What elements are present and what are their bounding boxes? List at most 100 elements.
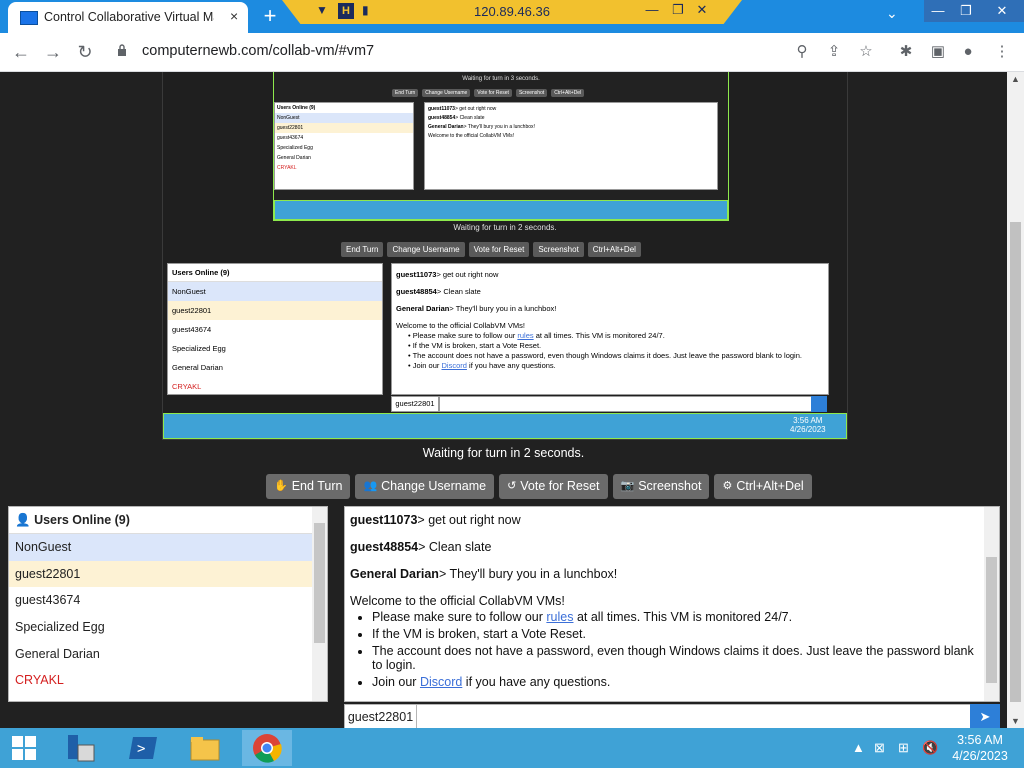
close-remote-icon[interactable]: ✕ bbox=[692, 2, 712, 18]
user-list-item[interactable]: guest22801 bbox=[9, 560, 327, 588]
tiny-user: guest43674 bbox=[277, 135, 304, 141]
change-username-label: Change Username bbox=[381, 479, 487, 493]
bookmark-star-icon[interactable]: ☆ bbox=[856, 42, 876, 62]
chat-scrollbar[interactable] bbox=[984, 507, 999, 701]
mid-chat-line: guest11073> get out right now bbox=[396, 270, 499, 279]
user-list-item[interactable]: General Darian bbox=[9, 640, 327, 668]
system-clock[interactable]: 3:56 AM 4/26/2023 bbox=[944, 732, 1016, 764]
rules-link[interactable]: rules bbox=[546, 610, 573, 624]
forward-arrow-icon[interactable]: → bbox=[42, 41, 64, 63]
show-hidden-icons[interactable]: ▲ bbox=[852, 740, 865, 755]
welcome-item: Join our Discord if you have any questio… bbox=[372, 675, 980, 689]
screenshot-button[interactable]: 📷 Screenshot bbox=[612, 474, 710, 499]
send-button[interactable]: ➤ bbox=[970, 704, 1000, 728]
share-icon[interactable]: ⇪ bbox=[824, 42, 844, 62]
ctrl-alt-del-button[interactable]: ⚙ Ctrl+Alt+Del bbox=[714, 474, 812, 499]
end-turn-button[interactable]: ✋ End Turn bbox=[266, 474, 351, 499]
tiny-user: guest22801 bbox=[275, 123, 413, 133]
tiny-screenshot: Screenshot bbox=[515, 89, 548, 97]
tiny-taskbar bbox=[274, 200, 728, 220]
address-bar: ← → ↻ computernewb.com/collab-vm/#vm7 ⚲ … bbox=[0, 33, 1024, 72]
close-window-button[interactable]: ✕ bbox=[980, 0, 1024, 22]
mid-chat-input bbox=[439, 396, 813, 412]
browser-tab[interactable]: Control Collaborative Virtual Mac × bbox=[8, 2, 248, 33]
start-button[interactable] bbox=[3, 730, 45, 766]
vote-reset-label: Vote for Reset bbox=[520, 479, 600, 493]
zoom-search-icon[interactable]: ⚲ bbox=[792, 42, 812, 62]
user-list-item[interactable]: CRYAKL bbox=[9, 667, 327, 695]
server-manager-app[interactable] bbox=[59, 730, 101, 766]
tab-close-icon[interactable]: × bbox=[230, 8, 238, 24]
back-arrow-icon[interactable]: ← bbox=[10, 41, 32, 63]
user-list-item[interactable]: NonGuest bbox=[9, 534, 327, 561]
chat-messages: guest11073> get out right now guest48854… bbox=[350, 513, 980, 692]
network-icon[interactable]: ⊞ bbox=[898, 740, 909, 756]
tiny-controls: End Turn Change Username Vote for Reset … bbox=[392, 89, 585, 97]
mid-taskbar: 3:56 AM 4/26/2023 bbox=[163, 413, 847, 439]
chrome-icon bbox=[253, 734, 282, 763]
server-manager-icon bbox=[68, 735, 95, 762]
chrome-app[interactable] bbox=[242, 730, 292, 766]
side-panel-icon[interactable]: ▣ bbox=[928, 42, 948, 62]
restore-window-button[interactable]: ❐ bbox=[952, 0, 980, 22]
volume-muted-icon[interactable]: 🔇 bbox=[922, 740, 938, 756]
camera-icon: 📷 bbox=[620, 480, 635, 492]
mid-chat-line: General Darian> They'll bury you in a lu… bbox=[396, 304, 557, 313]
mid-user: guest22801 bbox=[168, 301, 382, 320]
end-turn-label: End Turn bbox=[291, 479, 343, 493]
user-list-item[interactable]: guest43674 bbox=[9, 587, 327, 615]
turn-status: Waiting for turn in 2 seconds. bbox=[422, 446, 585, 460]
chat-input[interactable] bbox=[416, 704, 972, 728]
send-icon: ➤ bbox=[979, 709, 991, 724]
mid-cad: Ctrl+Alt+Del bbox=[587, 242, 641, 257]
mid-user: General Darian bbox=[172, 363, 223, 372]
browser-menu-icon[interactable]: ⋮ bbox=[992, 42, 1012, 62]
welcome-item: If the VM is broken, start a Vote Reset. bbox=[372, 627, 980, 641]
undo-icon: ↺ bbox=[507, 480, 517, 492]
reload-icon[interactable]: ↻ bbox=[74, 41, 96, 63]
minimize-remote-icon[interactable]: — bbox=[642, 2, 662, 17]
tiny-cad: Ctrl+Alt+Del bbox=[551, 89, 585, 97]
users-scrollbar[interactable] bbox=[312, 507, 327, 701]
restore-remote-icon[interactable]: ❐ bbox=[668, 2, 688, 18]
pin-icon[interactable]: ▼ bbox=[316, 3, 328, 17]
mid-chat-line: • Please make sure to follow our rules a… bbox=[408, 331, 665, 340]
signal-strength-icon: ▮ bbox=[362, 3, 369, 17]
tiny-users-header: Users Online (9) bbox=[277, 105, 316, 111]
mid-screenshot: Screenshot bbox=[533, 242, 584, 257]
vm-screen[interactable]: Waiting for turn in 3 seconds. End Turn … bbox=[162, 72, 848, 440]
mid-chat-username: guest22801 bbox=[391, 396, 439, 412]
tiny-user: CRYAKL bbox=[277, 165, 297, 171]
tiny-chat-line: guest11073> get out right now bbox=[428, 106, 497, 112]
tiny-chat-line: General Darian> They'll bury you in a lu… bbox=[428, 124, 535, 130]
new-tab-button[interactable]: + bbox=[258, 4, 282, 28]
windows-taskbar: > ▲ ⊠ ⊞ 🔇 3:56 AM 4/26/2023 bbox=[0, 728, 1024, 768]
gear-icon: ⚙ bbox=[722, 480, 733, 492]
scroll-down-icon[interactable]: ▼ bbox=[1011, 716, 1020, 726]
extensions-puzzle-icon[interactable]: ✱ bbox=[896, 42, 916, 62]
mid-send-icon bbox=[811, 396, 827, 412]
page-scroll-thumb[interactable] bbox=[1010, 222, 1021, 702]
ctrl-alt-del-label: Ctrl+Alt+Del bbox=[736, 479, 804, 493]
tab-search-chevron-icon[interactable]: ⌄ bbox=[886, 5, 898, 22]
minimize-window-button[interactable]: — bbox=[924, 0, 952, 22]
url-field[interactable]: computernewb.com/collab-vm/#vm7 bbox=[142, 43, 374, 59]
page-scrollbar[interactable]: ▲ ▼ bbox=[1007, 72, 1024, 728]
change-username-button[interactable]: 👥 Change Username bbox=[355, 474, 495, 499]
page-viewport: Waiting for turn in 3 seconds. End Turn … bbox=[0, 72, 1007, 728]
file-explorer-app[interactable] bbox=[184, 730, 226, 766]
network-disconnected-icon[interactable]: ⊠ bbox=[874, 740, 885, 756]
powershell-app[interactable]: > bbox=[123, 730, 165, 766]
remote-desktop-bar: ▼ H ▮ 120.89.46.36 — ❐ ✕ bbox=[282, 0, 742, 24]
user-list-item[interactable]: Specialized Egg bbox=[9, 614, 327, 641]
welcome-message: Welcome to the official CollabVM VMs! Pl… bbox=[350, 594, 980, 689]
tiny-chat-panel: guest11073> get out right now guest48854… bbox=[424, 102, 718, 190]
chat-username-badge: guest22801 bbox=[344, 704, 417, 728]
profile-avatar-icon[interactable]: ● bbox=[958, 42, 978, 62]
scroll-up-icon[interactable]: ▲ bbox=[1011, 74, 1020, 84]
welcome-list: Please make sure to follow our rules at … bbox=[350, 610, 980, 689]
lock-icon[interactable] bbox=[117, 44, 127, 56]
discord-link[interactable]: Discord bbox=[420, 675, 462, 689]
vote-reset-button[interactable]: ↺ Vote for Reset bbox=[499, 474, 608, 499]
tiny-chat-line: guest48854> Clean slate bbox=[428, 115, 485, 121]
